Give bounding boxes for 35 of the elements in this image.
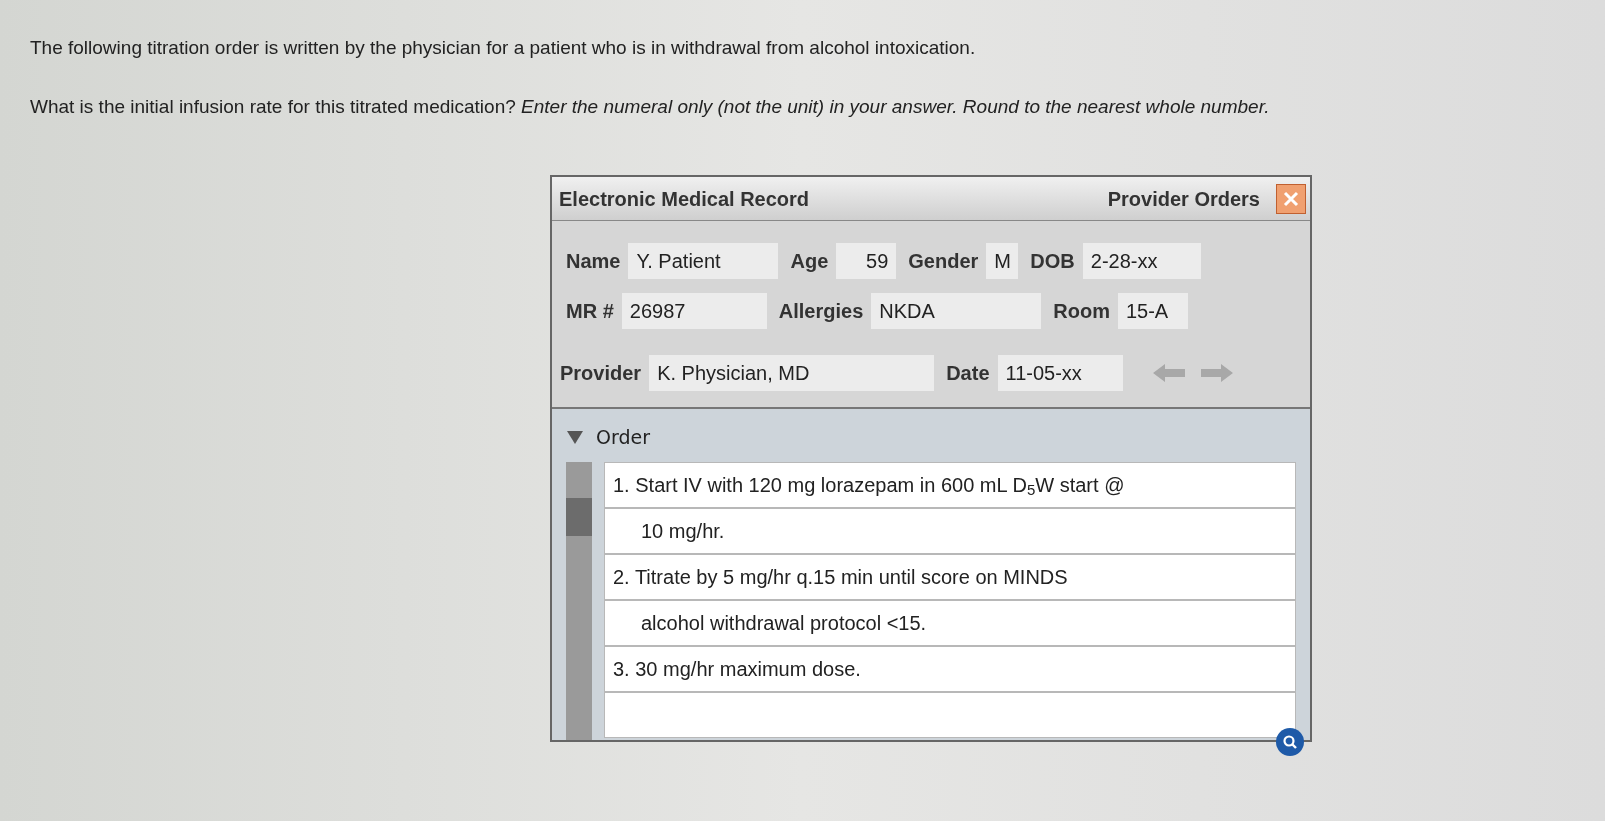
question-intro: The following titration order is written by the physician for a patient who is in withdrawal from alcohol intoxication.	[30, 36, 977, 60]
field-label: Allergies	[778, 299, 864, 324]
field-label: Room	[1053, 299, 1110, 324]
scrollbar-thumb[interactable]	[566, 497, 592, 536]
field-value: 26987	[621, 293, 767, 329]
field-value: Y. Patient	[628, 243, 779, 279]
order-row: 2. Titrate by 5 mg/hr q.15 min until score on MINDS	[604, 553, 1296, 600]
field-value: K. Physician, MD	[649, 355, 935, 391]
search-icon	[1282, 733, 1298, 750]
scrollbar[interactable]	[566, 461, 592, 740]
close-icon	[1282, 189, 1300, 208]
forward-arrow-icon[interactable]	[1198, 362, 1235, 384]
field-label: Date	[946, 361, 990, 386]
field-value: 11-05-xx	[997, 355, 1123, 391]
window-title: Electronic Medical Record	[559, 186, 810, 212]
field-value: 59	[836, 243, 897, 279]
order-row: 10 mg/hr.	[604, 507, 1296, 554]
expand-triangle-icon[interactable]	[566, 429, 584, 446]
order-row: 3. 30 mg/hr maximum dose.	[604, 645, 1296, 692]
order-row: alcohol withdrawal protocol <15.	[604, 599, 1296, 646]
field-label: Age	[790, 249, 829, 274]
field-label: Provider	[560, 361, 642, 386]
field-value: M	[986, 243, 1019, 279]
field-value: 2-28-xx	[1082, 243, 1201, 279]
field-label: MR #	[566, 299, 614, 324]
field-label: DOB	[1030, 249, 1075, 274]
field-label: Name	[566, 249, 621, 274]
field-label: Gender	[908, 249, 979, 274]
close-button[interactable]	[1276, 183, 1306, 214]
field-value: 15-A	[1117, 293, 1188, 329]
section-title: Provider Orders	[1107, 186, 1260, 212]
order-row: 1. Start IV with 120 mg lorazepam in 600 mL D$_{5}$W start @	[604, 461, 1296, 508]
order-heading: Order	[596, 425, 650, 450]
field-value: NKDA	[871, 293, 1042, 329]
question-prompt: What is the initial infusion rate for this titrated medication? Enter the numeral only (not the unit) in your answer. Round to the nearest whole number.	[30, 94, 1271, 119]
